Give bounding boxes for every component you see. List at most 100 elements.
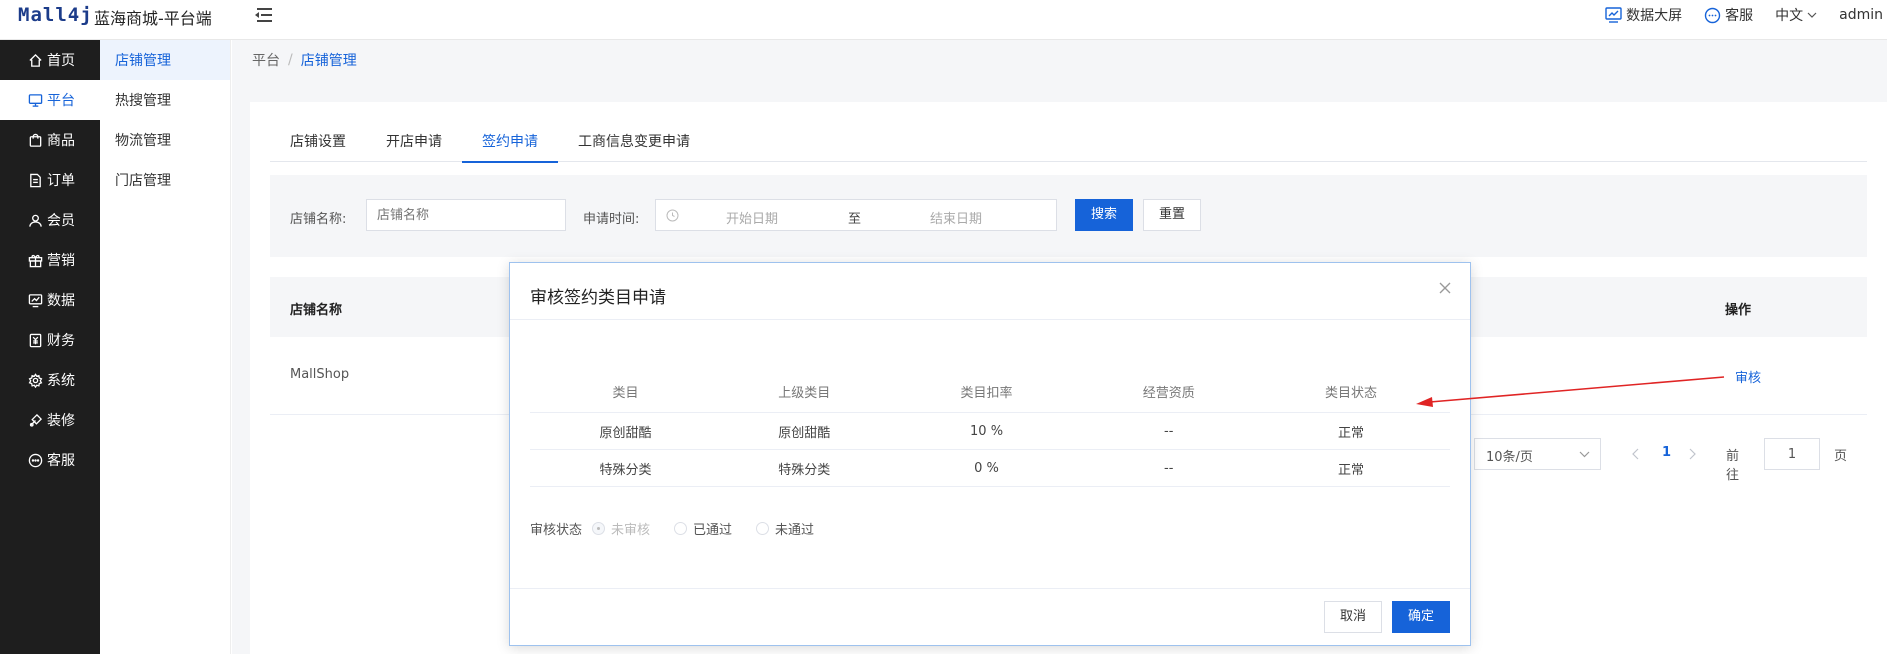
breadcrumb-root[interactable]: 平台 [252,50,280,70]
dialog-footer: 取消 确定 [510,588,1470,645]
radio-pending[interactable]: 未审核 [592,519,650,538]
qualification-cell: -- [1164,423,1174,439]
search-form: 店铺名称: 申请时间: 开始日期 至 结束日期 搜索 重置 [270,175,1867,257]
end-date-placeholder[interactable]: 结束日期 [930,208,982,227]
col-actions: 操作 [1725,303,1752,318]
header-actions: 数据大屏 客服 中文 admin [1605,0,1887,30]
breadcrumb: 平台 / 店铺管理 [252,40,357,80]
radio-approved[interactable]: 已通过 [674,519,732,538]
goto-label: 前往 [1726,449,1740,483]
parent-category-cell: 原创甜酷 [778,425,831,441]
search-button[interactable]: 搜索 [1075,199,1133,231]
subnav-item-logistics[interactable]: 物流管理 [100,120,230,160]
sidebar-item-label: 商品 [47,133,75,149]
radio-label: 未通过 [775,523,815,538]
tab-shop-settings[interactable]: 店铺设置 [270,122,366,162]
user-menu[interactable]: admin [1839,7,1883,23]
palette-icon [29,413,43,427]
col-qualification: 经营资质 [1142,385,1195,401]
radio-rejected[interactable]: 未通过 [756,519,814,538]
gift-icon [28,254,43,267]
sidebar-item-decoration[interactable]: 装修 [0,400,100,440]
sidebar-item-label: 首页 [47,53,75,69]
document-icon [30,173,41,187]
tab-open-shop-applications[interactable]: 开店申请 [366,122,462,162]
audit-status-label: 审核状态 [530,523,583,538]
cancel-button[interactable]: 取消 [1324,601,1382,633]
chat-icon [28,453,43,467]
sidebar-item-service[interactable]: 客服 [0,440,100,480]
status-cell: 正常 [1337,462,1364,478]
sidebar-item-orders[interactable]: 订单 [0,160,100,200]
clock-icon [666,209,679,222]
confirm-button[interactable]: 确定 [1392,601,1450,633]
chevron-left-icon[interactable] [1632,448,1640,460]
sidebar-item-label: 客服 [47,453,75,469]
sidebar-item-label: 营销 [47,253,75,269]
dialog-header: 审核签约类目申请 [510,263,1470,320]
page-suffix: 页 [1834,449,1848,464]
language-label: 中文 [1775,8,1804,24]
shop-name-input[interactable] [366,199,566,231]
col-category-status: 类目状态 [1324,385,1377,401]
menu-toggle-icon[interactable] [254,6,276,24]
reset-button[interactable]: 重置 [1143,199,1201,231]
goto-page-input[interactable] [1764,438,1820,470]
shop-name-label: 店铺名称: [290,212,347,227]
rate-cell: 10 % [970,423,1004,439]
tab-bar: 店铺设置 开店申请 签约申请 工商信息变更申请 [270,122,1867,163]
page-size-select[interactable]: 10条/页 [1474,438,1601,470]
date-range-picker[interactable]: 开始日期 至 结束日期 [655,199,1057,231]
logo[interactable]: Mall4j [18,4,93,26]
subnav-item-hot-search[interactable]: 热搜管理 [100,80,230,120]
sidebar-item-label: 订单 [47,173,75,189]
sidebar-item-label: 平台 [47,93,75,109]
tab-contract-applications[interactable]: 签约申请 [462,122,558,163]
status-cell: 正常 [1337,425,1364,441]
data-screen-button[interactable]: 数据大屏 [1605,5,1682,25]
language-select[interactable]: 中文 [1775,5,1817,25]
range-separator: 至 [848,212,862,227]
audit-link[interactable]: 审核 [1735,367,1761,386]
sidebar-item-label: 财务 [47,333,75,349]
current-page[interactable]: 1 [1662,445,1671,460]
sidebar-item-data[interactable]: 数据 [0,280,100,320]
sidebar-item-marketing[interactable]: 营销 [0,240,100,280]
data-screen-icon [1605,7,1622,23]
sidebar-item-products[interactable]: 商品 [0,120,100,160]
finance-icon [29,333,42,347]
shop-name-cell: MallShop [290,367,350,382]
audit-status-group: 审核状态 未审核 已通过 未通过 [530,519,814,538]
breadcrumb-separator: / [288,52,293,68]
sidebar-item-members[interactable]: 会员 [0,200,100,240]
close-icon[interactable] [1438,281,1452,295]
radio-label: 已通过 [693,523,733,538]
start-date-placeholder[interactable]: 开始日期 [726,208,778,227]
chevron-down-icon [1807,12,1817,18]
sidebar-item-system[interactable]: 系统 [0,360,100,400]
qualification-cell: -- [1164,460,1174,476]
chat-bubble-icon [1704,7,1721,23]
subnav-item-stores[interactable]: 门店管理 [100,160,230,200]
col-category: 类目 [612,385,639,401]
category-table-header: 类目 上级类目 类目扣率 经营资质 类目状态 [530,370,1450,413]
app-name: 蓝海商城-平台端 [94,9,212,28]
chevron-right-icon[interactable] [1688,448,1696,460]
sidebar-item-platform[interactable]: 平台 [0,80,100,120]
main-sidebar: 首页 平台 商品 订单 会员 营销 数据 财务 系统 装修 客服 [0,40,100,654]
sub-sidebar: 店铺管理 热搜管理 物流管理 门店管理 [100,40,231,654]
tab-business-info-change[interactable]: 工商信息变更申请 [558,122,710,162]
monitor-icon [28,93,43,107]
radio-label: 未审核 [611,523,651,538]
parent-category-cell: 特殊分类 [778,462,831,478]
sidebar-item-finance[interactable]: 财务 [0,320,100,360]
users-icon [29,214,42,227]
user-name: admin [1839,7,1883,23]
customer-service-button[interactable]: 客服 [1704,5,1753,25]
sidebar-item-label: 装修 [47,413,75,429]
subnav-item-shop-management[interactable]: 店铺管理 [100,40,230,80]
col-parent-category: 上级类目 [778,385,831,401]
sidebar-item-home[interactable]: 首页 [0,40,100,80]
rate-cell: 0 % [974,460,999,476]
chart-icon [28,293,43,307]
